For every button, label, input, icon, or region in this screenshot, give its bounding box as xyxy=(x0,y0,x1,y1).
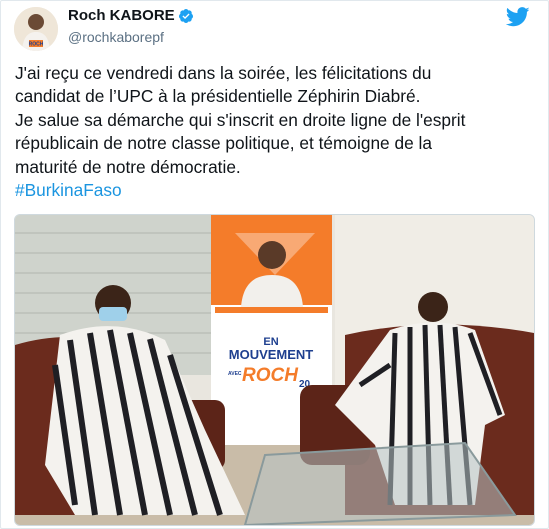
photo-illustration: EN MOUVEMENT AVEC ROCH 20 xyxy=(15,215,534,525)
banner-text-avec: AVEC xyxy=(228,371,242,377)
tweet-line: républicain de notre classe politique, e… xyxy=(15,133,432,154)
tweet-line: maturité de notre démocratie. xyxy=(15,156,241,177)
tweet-line: candidat de l’UPC à la présidentielle Zé… xyxy=(15,86,421,107)
tweet-card: ROCH Roch KABORE @rochkaborepf J'ai reçu… xyxy=(0,0,549,529)
hashtag-link[interactable]: #BurkinaFaso xyxy=(15,180,122,200)
author-display-name[interactable]: Roch KABORE xyxy=(68,7,175,24)
banner-text-roch: ROCH xyxy=(242,365,299,386)
twitter-bird-icon[interactable] xyxy=(506,7,530,27)
tweet-photo[interactable]: EN MOUVEMENT AVEC ROCH 20 xyxy=(14,214,535,526)
profile-avatar-image: ROCH xyxy=(14,7,58,51)
banner-text-mouvement: MOUVEMENT xyxy=(229,347,314,362)
author-handle[interactable]: @rochkaborepf xyxy=(68,29,164,45)
svg-text:ROCH: ROCH xyxy=(29,42,44,48)
tweet-line: J'ai reçu ce vendredi dans la soirée, le… xyxy=(15,63,432,83)
tweet-text: J'ai reçu ce vendredi dans la soirée, le… xyxy=(15,62,535,202)
author-name-row[interactable]: Roch KABORE xyxy=(68,7,194,24)
avatar[interactable]: ROCH xyxy=(14,7,58,51)
tweet-line: Je salue sa démarche qui s'inscrit en dr… xyxy=(15,109,466,130)
verified-badge-icon xyxy=(178,8,193,23)
